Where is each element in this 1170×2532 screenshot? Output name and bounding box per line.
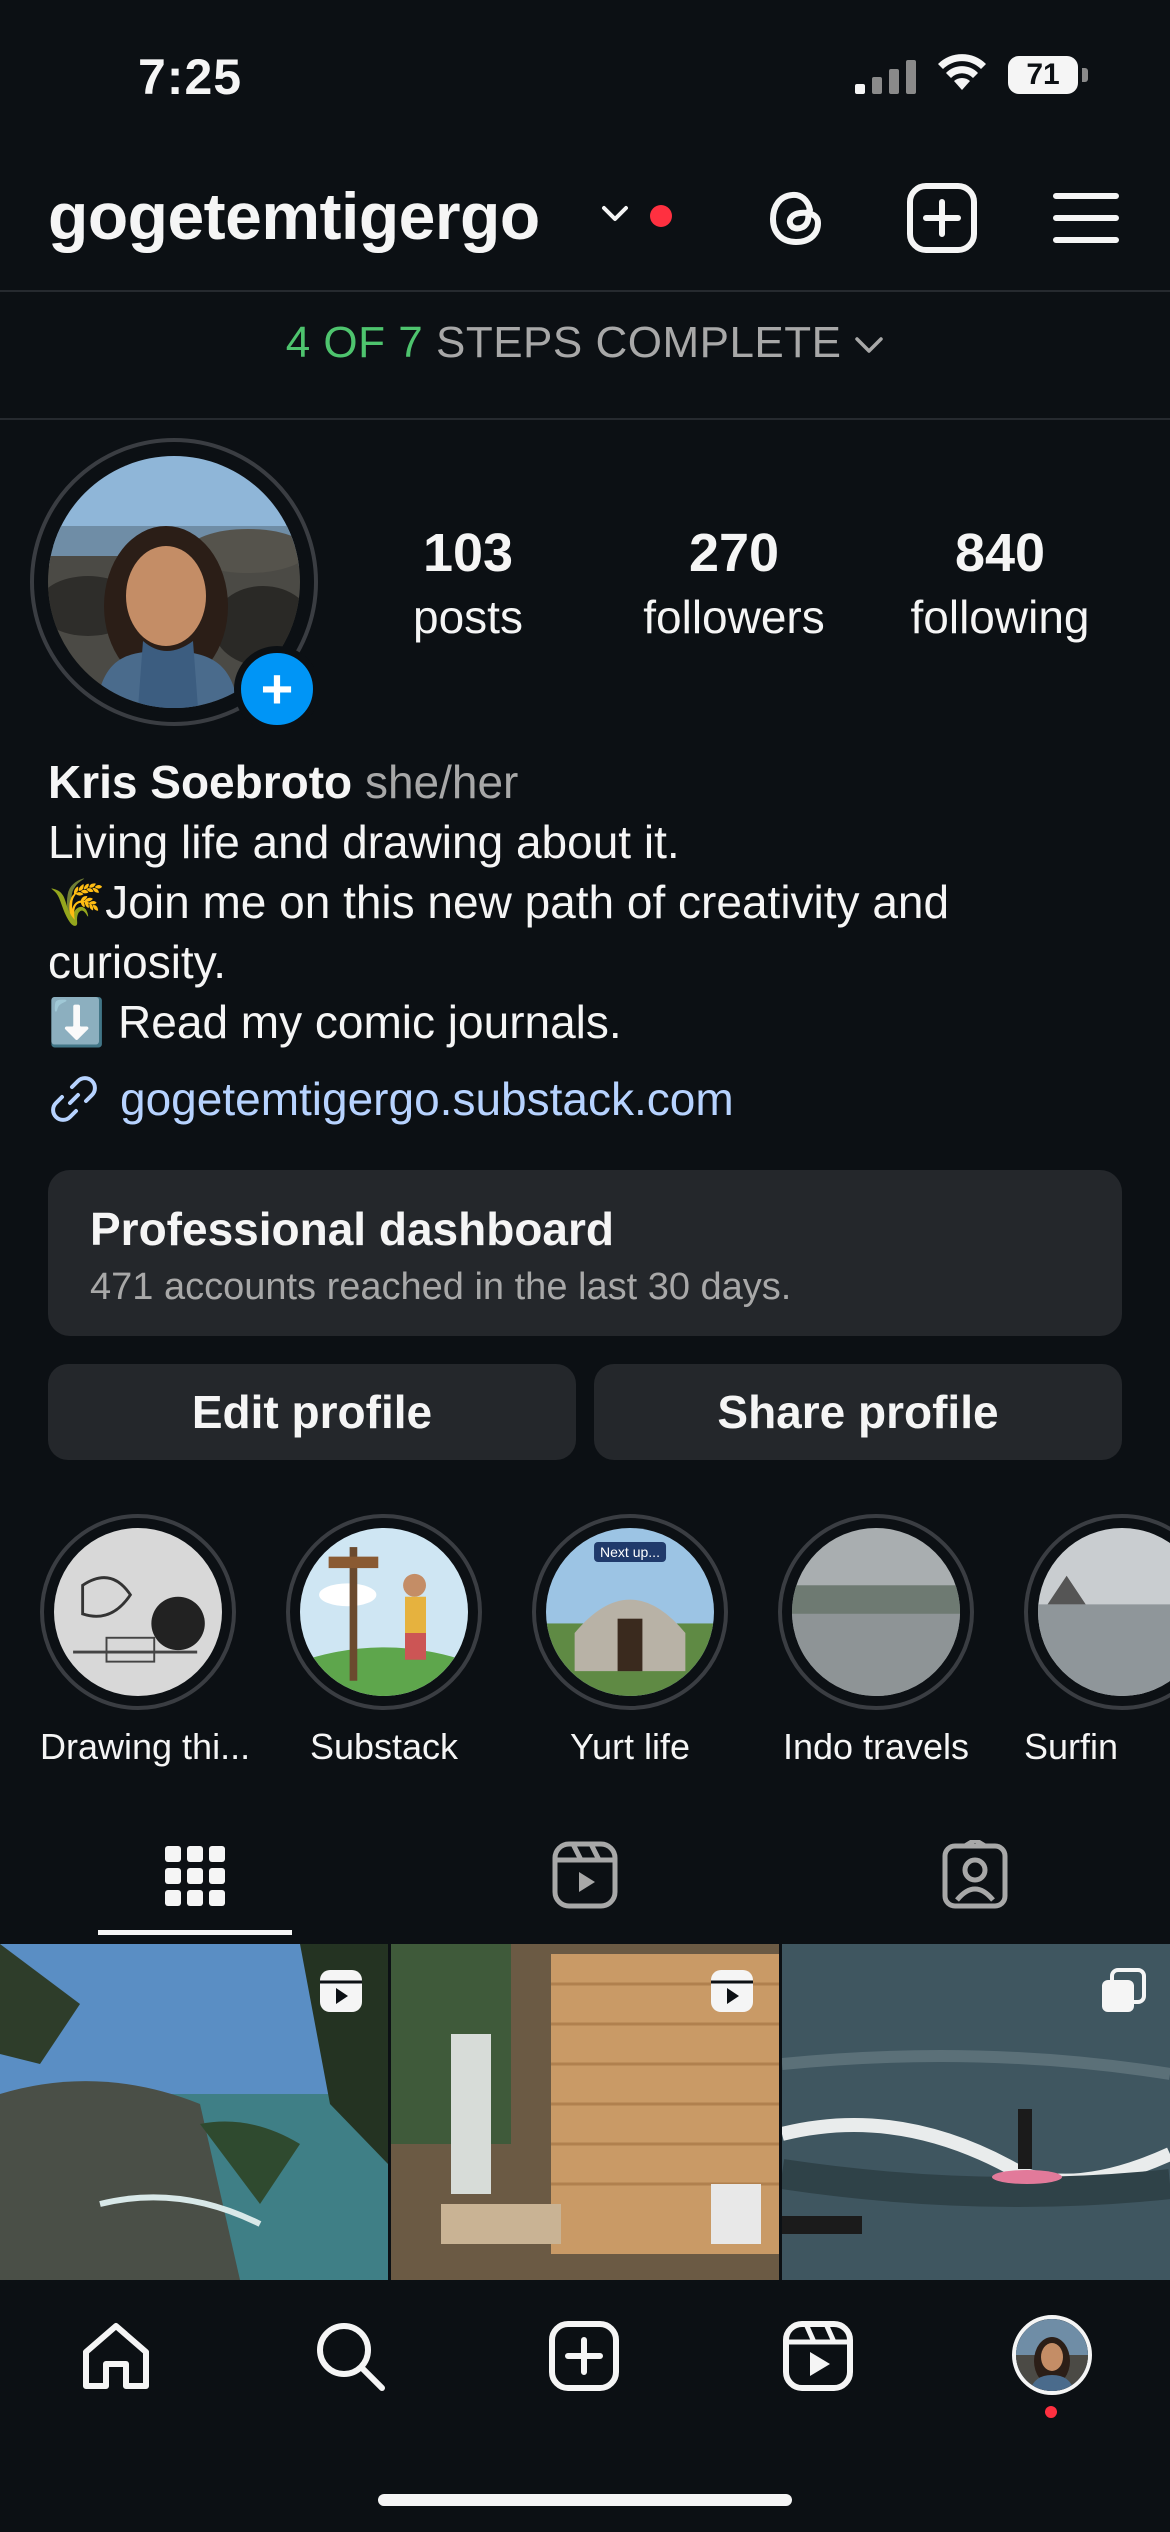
status-time: 7:25 xyxy=(138,49,243,105)
active-tab-indicator xyxy=(98,1930,292,1935)
bio-line: Living life and drawing about it. xyxy=(48,816,680,868)
new-post-icon[interactable] xyxy=(902,178,982,258)
post-thumbnail[interactable] xyxy=(391,1944,779,2280)
following-label: following xyxy=(910,591,1090,643)
highlight-cover xyxy=(54,1528,222,1696)
highlight-indo-travels[interactable]: Indo travels xyxy=(778,1514,974,1768)
highlight-surfing[interactable]: Surfin xyxy=(1024,1514,1170,1768)
steps-progress-banner[interactable]: 4 OF 7 STEPS COMPLETE xyxy=(0,318,1170,368)
steps-progress-label: STEPS COMPLETE xyxy=(435,318,842,367)
share-profile-button[interactable]: Share profile xyxy=(594,1364,1122,1460)
wifi-icon xyxy=(938,54,986,90)
profile-avatar[interactable] xyxy=(1012,2315,1092,2395)
notification-dot xyxy=(650,205,672,227)
tagged-tab-icon[interactable] xyxy=(935,1840,1015,1912)
cellular-signal-icon xyxy=(855,58,916,94)
reels-icon[interactable] xyxy=(780,2318,856,2394)
chevron-down-icon xyxy=(855,337,883,354)
chevron-down-icon[interactable] xyxy=(600,198,630,228)
profile-bio: Kris Soebroto she/her Living life and dr… xyxy=(48,752,1128,1052)
followers-label: followers xyxy=(643,591,825,643)
highlight-label: Substack xyxy=(309,1726,459,1767)
add-story-button[interactable]: + xyxy=(234,646,320,732)
bio-line: curiosity. xyxy=(48,936,227,988)
following-value: 840 xyxy=(954,523,1046,583)
highlight-label: Yurt life xyxy=(569,1726,691,1767)
pronouns: she/her xyxy=(364,756,519,808)
followers-value: 270 xyxy=(688,523,780,583)
posts-label: posts xyxy=(413,591,523,643)
create-icon[interactable] xyxy=(546,2318,622,2394)
reel-badge-icon xyxy=(320,1970,362,2012)
highlight-cover xyxy=(792,1528,960,1696)
highlight-yurt-life[interactable]: Next up... Yurt life xyxy=(532,1514,728,1768)
carousel-badge-icon xyxy=(1102,1968,1146,2012)
highlight-label: Indo travels xyxy=(782,1726,970,1767)
grid-icon[interactable] xyxy=(155,1840,235,1912)
display-name: Kris Soebroto xyxy=(48,756,353,808)
link-icon xyxy=(51,1076,97,1122)
bio-line: ⬇️ Read my comic journals. xyxy=(48,996,622,1048)
steps-progress-count: 4 OF 7 xyxy=(285,318,424,367)
highlight-badge: Next up... xyxy=(594,1542,666,1562)
profile-username[interactable]: gogetemtigergo xyxy=(48,178,540,254)
dashboard-subtitle: 471 accounts reached in the last 30 days… xyxy=(90,1266,792,1308)
posts-count[interactable]: 103 posts xyxy=(358,522,578,644)
profile-link-text[interactable]: gogetemtigergo.substack.com xyxy=(120,1072,734,1126)
home-indicator[interactable] xyxy=(378,2494,792,2506)
threads-icon[interactable] xyxy=(758,178,838,258)
search-icon[interactable] xyxy=(312,2318,388,2394)
menu-icon[interactable] xyxy=(1046,178,1126,258)
highlight-cover xyxy=(300,1528,468,1696)
reels-tab-icon[interactable] xyxy=(545,1840,625,1912)
profile-link[interactable]: gogetemtigergo.substack.com xyxy=(48,1072,734,1126)
dashboard-title: Professional dashboard xyxy=(90,1203,615,1255)
highlight-label: Drawing thi... xyxy=(40,1726,251,1767)
followers-count[interactable]: 270 followers xyxy=(624,522,844,644)
posts-value: 103 xyxy=(422,523,514,583)
home-icon[interactable] xyxy=(78,2318,154,2394)
highlight-substack[interactable]: Substack xyxy=(286,1514,482,1768)
following-count[interactable]: 840 following xyxy=(890,522,1110,644)
highlight-label: Surfin xyxy=(1024,1726,1119,1767)
battery-indicator: 71 xyxy=(1008,56,1078,94)
edit-profile-button[interactable]: Edit profile xyxy=(48,1364,576,1460)
header-divider xyxy=(0,290,1170,292)
post-thumbnail[interactable] xyxy=(782,1944,1170,2280)
post-thumbnail[interactable] xyxy=(0,1944,388,2280)
notification-dot xyxy=(1045,2406,1057,2418)
battery-tip xyxy=(1082,68,1088,82)
professional-dashboard-card[interactable]: Professional dashboard 471 accounts reac… xyxy=(48,1170,1122,1336)
highlight-cover xyxy=(1038,1528,1170,1696)
bio-line: 🌾Join me on this new path of creativity … xyxy=(48,876,950,928)
reel-badge-icon xyxy=(711,1970,753,2012)
steps-divider xyxy=(0,418,1170,420)
highlight-cover: Next up... xyxy=(546,1528,714,1696)
highlight-drawing[interactable]: Drawing thi... xyxy=(40,1514,251,1768)
